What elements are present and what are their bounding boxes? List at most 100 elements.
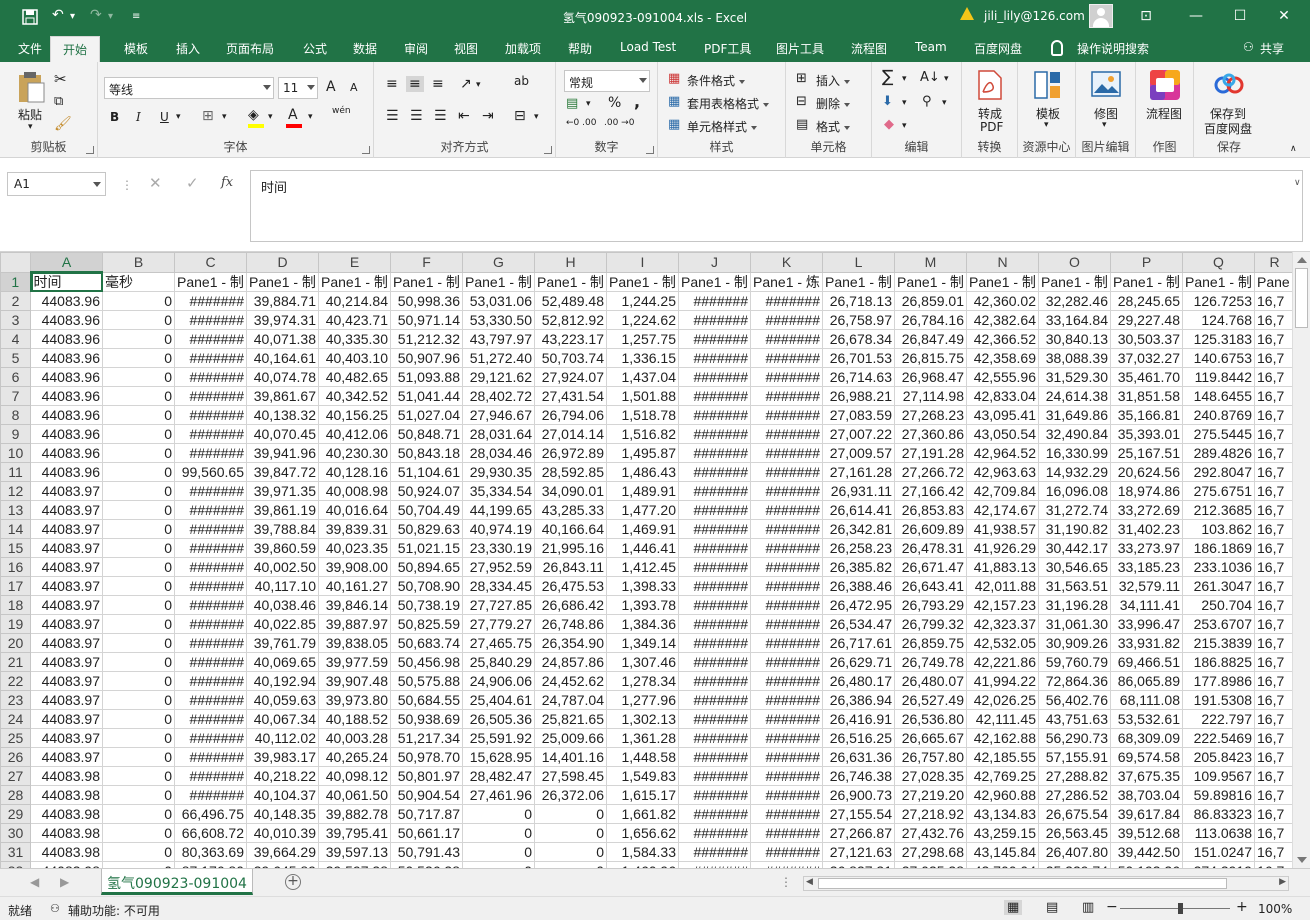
data-cell[interactable]: 42,769.25	[966, 766, 1039, 786]
data-cell[interactable]: 41,926.29	[966, 538, 1039, 558]
data-cell[interactable]: 34,111.41	[1110, 595, 1183, 615]
data-cell[interactable]: #######	[678, 595, 751, 615]
row-header[interactable]: 2	[0, 291, 31, 311]
header-cell[interactable]: Pane1 - 制	[606, 271, 679, 292]
data-cell[interactable]: 21,995.16	[534, 538, 607, 558]
data-cell[interactable]: 103.862	[1182, 519, 1255, 539]
data-cell[interactable]: #######	[174, 728, 247, 748]
data-cell[interactable]: 39,887.97	[318, 614, 391, 634]
insert-cells-button[interactable]: 插入	[816, 72, 851, 89]
decrease-indent-icon[interactable]: ⇤	[458, 108, 470, 124]
clear-dropdown-icon[interactable]: ▾	[902, 121, 907, 131]
data-cell[interactable]: 24,857.86	[534, 652, 607, 672]
data-cell[interactable]: 26,609.89	[894, 519, 967, 539]
data-cell[interactable]: 53,330.50	[462, 310, 535, 330]
header-cell[interactable]: Pane1 - 制	[462, 271, 535, 292]
data-cell[interactable]: #######	[678, 652, 751, 672]
tab-item[interactable]: 图片工具	[776, 40, 824, 57]
data-cell[interactable]: 86.83323	[1182, 804, 1255, 824]
data-cell[interactable]: 50,661.17	[390, 823, 463, 843]
data-cell[interactable]: 44083.98	[30, 823, 103, 843]
data-cell[interactable]: 42,366.52	[966, 329, 1039, 349]
border-icon[interactable]: ⊞	[202, 108, 214, 124]
top-align-icon[interactable]: ≡	[386, 76, 398, 92]
data-cell[interactable]: #######	[678, 481, 751, 501]
underline-dropdown-icon[interactable]: ▾	[176, 112, 181, 122]
data-cell[interactable]: 0	[102, 367, 175, 387]
data-cell[interactable]: 26,385.82	[822, 557, 895, 577]
data-cell[interactable]: 40,016.64	[318, 500, 391, 520]
sort-filter-icon[interactable]: A↓	[920, 70, 940, 85]
data-cell[interactable]: 44083.96	[30, 424, 103, 444]
data-cell[interactable]: 59.89816	[1182, 785, 1255, 805]
data-cell[interactable]: 40,403.10	[318, 348, 391, 368]
data-cell[interactable]: 38,703.04	[1110, 785, 1183, 805]
data-cell[interactable]: 177.8986	[1182, 671, 1255, 691]
data-cell[interactable]: 44083.98	[30, 842, 103, 862]
data-cell[interactable]: 113.0638	[1182, 823, 1255, 843]
column-header[interactable]: N	[966, 252, 1039, 273]
data-cell[interactable]: 26,614.41	[822, 500, 895, 520]
data-cell[interactable]: 35,166.81	[1110, 405, 1183, 425]
column-header[interactable]: B	[102, 252, 175, 273]
data-cell[interactable]: 28,031.64	[462, 424, 535, 444]
data-cell[interactable]: 35,461.70	[1110, 367, 1183, 387]
data-cell[interactable]: 1,393.78	[606, 595, 679, 615]
data-cell[interactable]: 26,505.36	[462, 709, 535, 729]
header-cell[interactable]: Pane1 - 制	[894, 271, 967, 292]
data-cell[interactable]: 42,964.52	[966, 443, 1039, 463]
data-cell[interactable]: 51,212.32	[390, 329, 463, 349]
data-cell[interactable]: 26,972.89	[534, 443, 607, 463]
zoom-level[interactable]: 100%	[1258, 902, 1292, 916]
data-cell[interactable]: 16,7	[1254, 424, 1292, 444]
data-cell[interactable]: #######	[174, 576, 247, 596]
data-cell[interactable]: 26,388.46	[822, 576, 895, 596]
data-cell[interactable]: #######	[678, 633, 751, 653]
data-cell[interactable]: 27,083.59	[822, 405, 895, 425]
data-cell[interactable]: 1,277.96	[606, 690, 679, 710]
data-cell[interactable]: 0	[102, 519, 175, 539]
data-cell[interactable]: 26,900.73	[822, 785, 895, 805]
vertical-scroll-thumb[interactable]	[1295, 268, 1308, 328]
data-cell[interactable]: 29,930.35	[462, 462, 535, 482]
zoom-out-icon[interactable]: −	[1106, 899, 1118, 915]
data-cell[interactable]: 39,907.48	[318, 671, 391, 691]
data-cell[interactable]: #######	[678, 424, 751, 444]
data-cell[interactable]: 0	[102, 747, 175, 767]
data-cell[interactable]: 44083.97	[30, 557, 103, 577]
data-cell[interactable]: #######	[750, 500, 823, 520]
data-cell[interactable]: 0	[102, 405, 175, 425]
data-cell[interactable]: 26,475.53	[534, 576, 607, 596]
data-cell[interactable]: 27,266.72	[894, 462, 967, 482]
data-cell[interactable]: 40,218.22	[246, 766, 319, 786]
data-cell[interactable]: 39,908.00	[318, 557, 391, 577]
header-cell[interactable]: Pane1 - 制	[1182, 271, 1255, 292]
row-header[interactable]: 18	[0, 595, 31, 615]
data-cell[interactable]: #######	[174, 424, 247, 444]
data-cell[interactable]: #######	[750, 614, 823, 634]
data-cell[interactable]: 40,059.63	[246, 690, 319, 710]
data-cell[interactable]: 16,7	[1254, 310, 1292, 330]
data-cell[interactable]: 57,155.91	[1038, 747, 1111, 767]
data-cell[interactable]: 40,008.98	[318, 481, 391, 501]
data-cell[interactable]: 35,393.01	[1110, 424, 1183, 444]
data-cell[interactable]: 1,584.33	[606, 842, 679, 862]
retouch-icon[interactable]	[1091, 71, 1121, 97]
column-header[interactable]: R	[1254, 252, 1292, 273]
data-cell[interactable]: 26,859.01	[894, 291, 967, 311]
percent-button[interactable]: %	[608, 95, 621, 111]
zoom-in-icon[interactable]: +	[1236, 899, 1248, 915]
data-cell[interactable]: 16,7	[1254, 804, 1292, 824]
header-cell[interactable]: Pane1 - 制	[966, 271, 1039, 292]
align-right-icon[interactable]: ☰	[434, 108, 447, 124]
data-cell[interactable]: 0	[102, 481, 175, 501]
retouch-dropdown-icon[interactable]: ▾	[1102, 120, 1107, 130]
data-cell[interactable]: 40,067.34	[246, 709, 319, 729]
data-cell[interactable]: 51,272.40	[462, 348, 535, 368]
data-cell[interactable]: 26,793.29	[894, 595, 967, 615]
data-cell[interactable]: 41,938.57	[966, 519, 1039, 539]
data-cell[interactable]: 80,363.69	[174, 842, 247, 862]
cut-icon[interactable]: ✂	[54, 70, 67, 88]
data-cell[interactable]: 1,469.91	[606, 519, 679, 539]
clipboard-launcher-icon[interactable]	[86, 146, 94, 154]
